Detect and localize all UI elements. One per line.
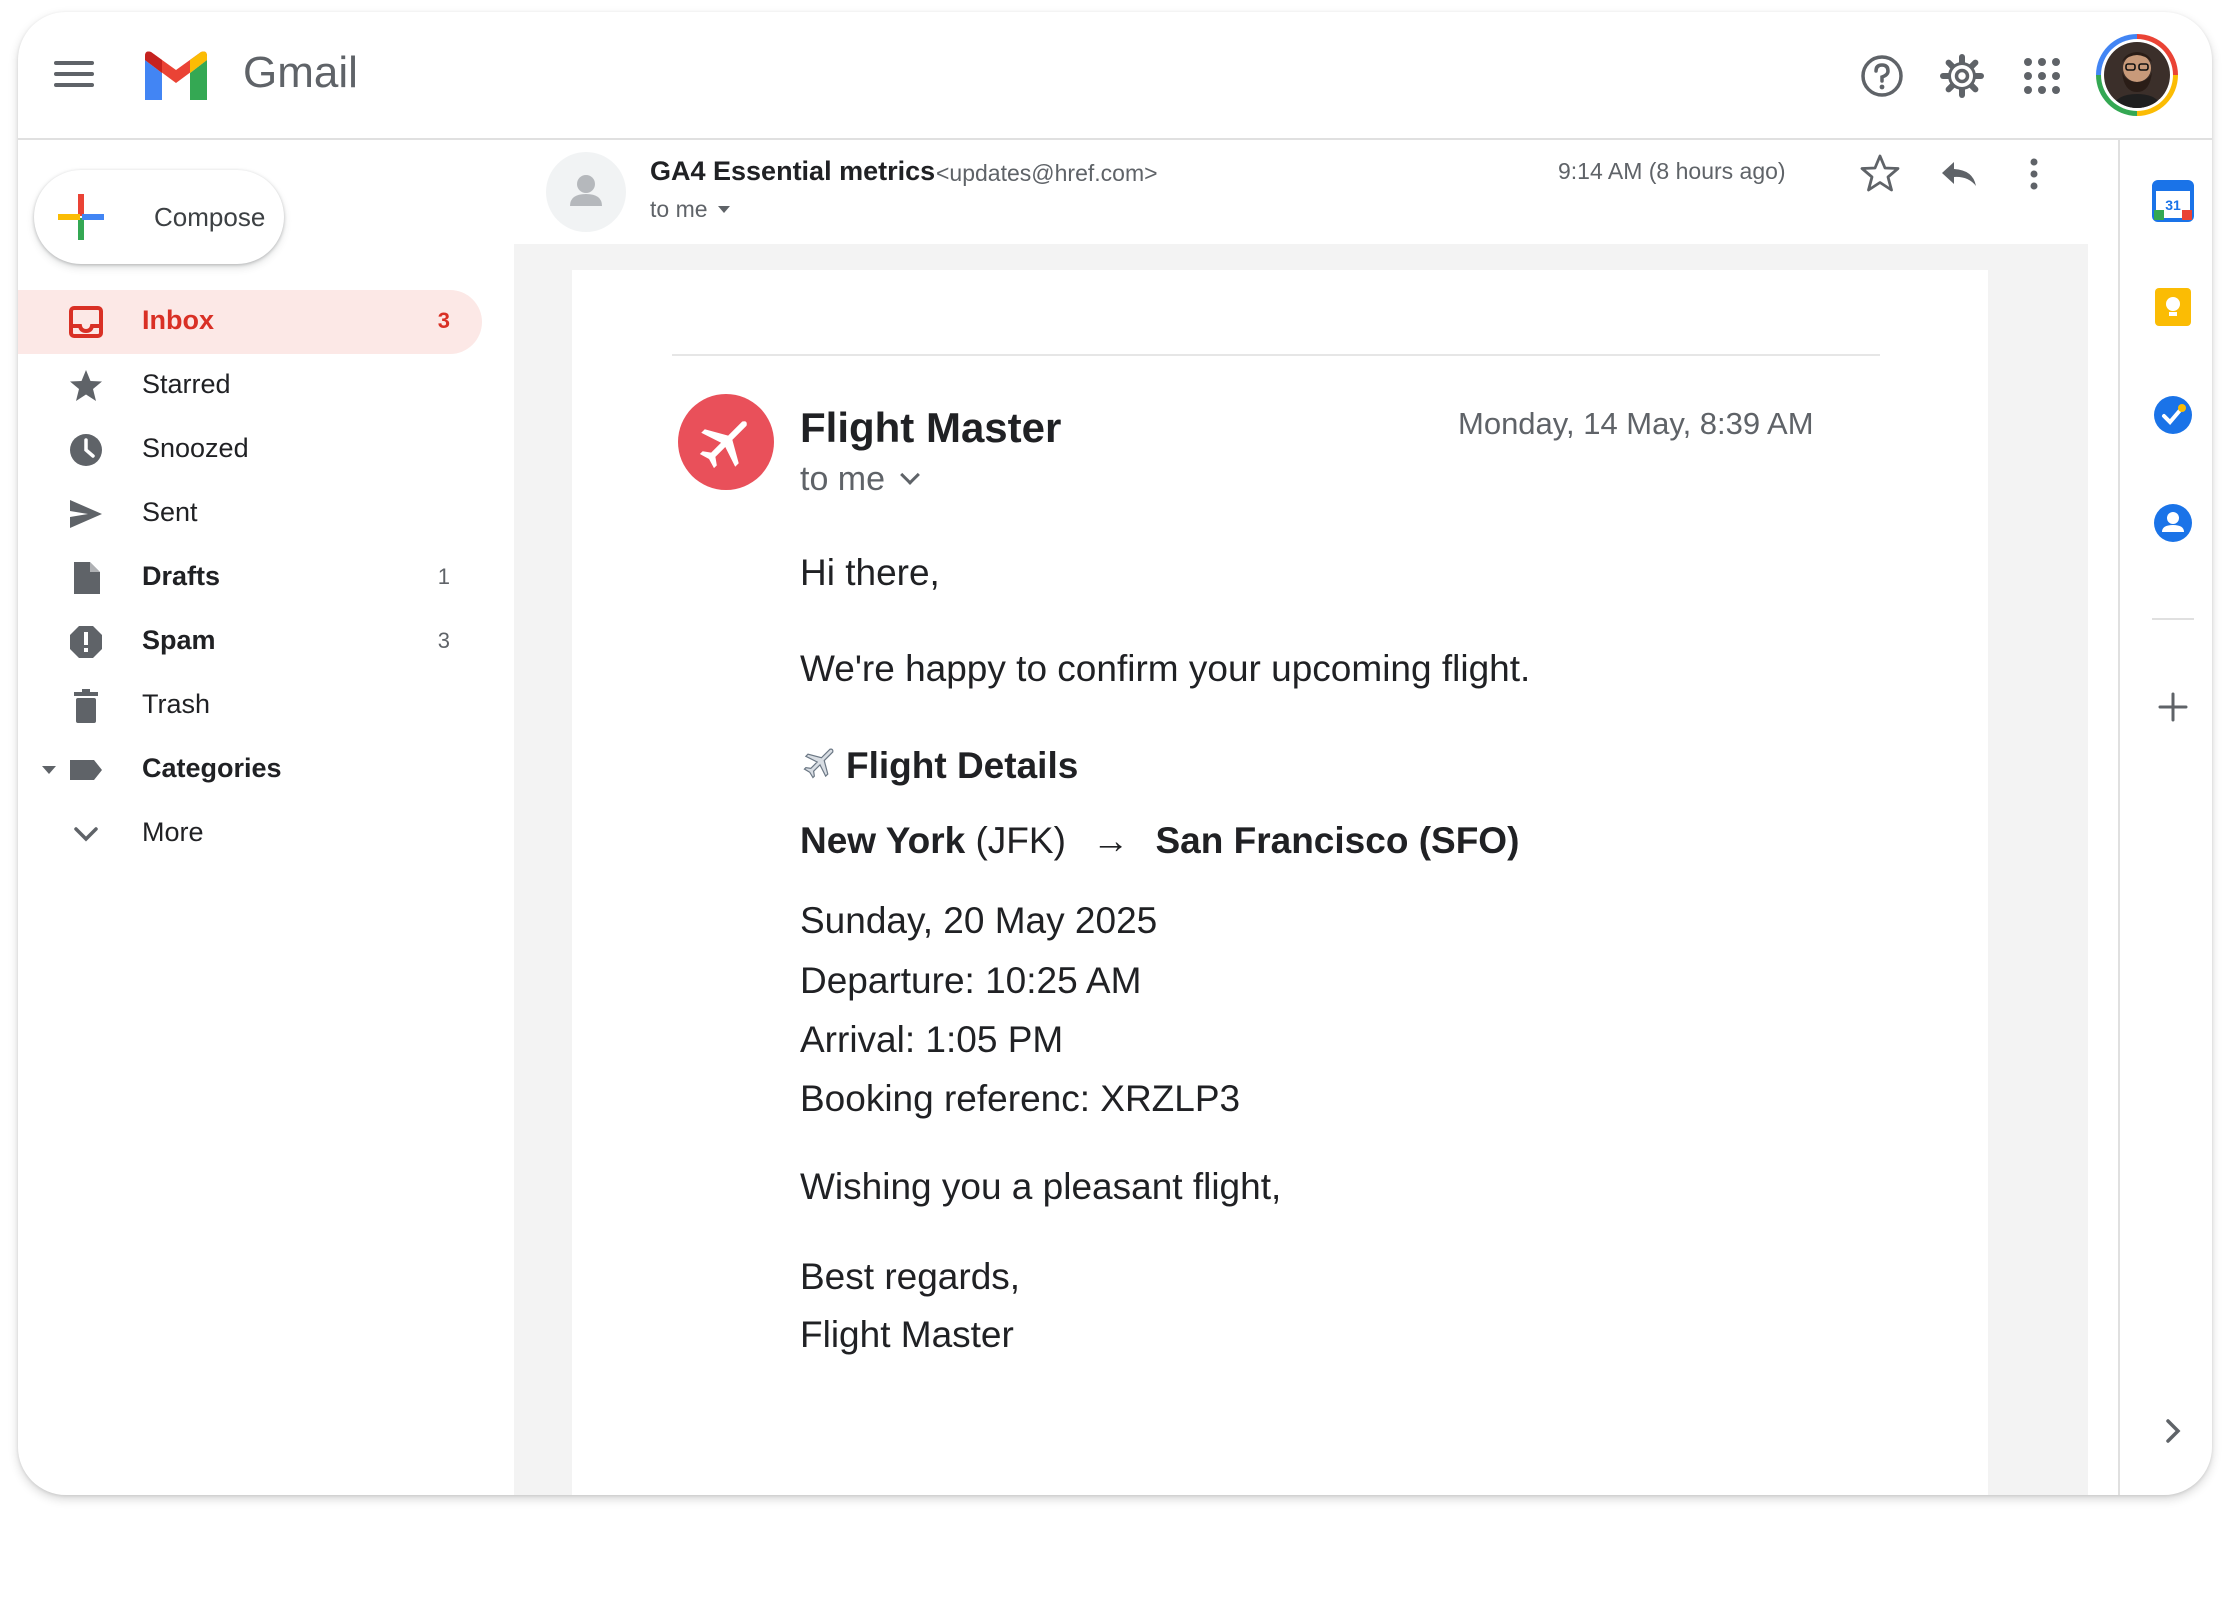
- divider: [672, 354, 1880, 356]
- email-signature: Flight Master: [800, 1314, 1014, 1355]
- sidebar-item-label: Snoozed: [142, 433, 249, 463]
- drafts-count: 1: [437, 564, 450, 589]
- help-icon[interactable]: [1858, 52, 1906, 100]
- sidebar-item-label: More: [142, 817, 204, 847]
- sidebar-item-sent[interactable]: Sent: [18, 482, 482, 546]
- calendar-day: 31: [2165, 197, 2181, 213]
- sidebar-item-inbox[interactable]: Inbox 3: [18, 290, 482, 354]
- keep-icon[interactable]: [2152, 286, 2194, 328]
- chevron-right-icon[interactable]: [2152, 1410, 2194, 1452]
- flight-details-label: Flight Details: [846, 745, 1079, 786]
- flight-master-logo: [678, 394, 774, 490]
- email-greeting: Hi there,: [800, 552, 940, 593]
- add-icon[interactable]: [2152, 686, 2194, 728]
- reply-icon[interactable]: [1936, 152, 1980, 196]
- sender-email: <updates@href.com>: [936, 160, 1158, 186]
- person-icon: [570, 175, 602, 206]
- sidebar-item-label: Categories: [142, 753, 282, 783]
- sidebar-nav: Inbox 3 Starred Snoozed Sent Drafts 1 Sp…: [18, 290, 488, 866]
- email-from-name: Flight Master: [800, 404, 1062, 451]
- flight-date: Sunday, 20 May 2025: [800, 900, 1158, 941]
- sidebar-item-label: Spam: [142, 625, 216, 655]
- sidebar-item-label: Trash: [142, 689, 211, 719]
- inbox-icon: [69, 306, 103, 338]
- compose-button[interactable]: Compose: [34, 170, 284, 264]
- tasks-icon[interactable]: [2152, 394, 2194, 436]
- airplane-emoji-icon: [803, 748, 834, 779]
- chevron-down-icon: [900, 465, 920, 485]
- sender-avatar[interactable]: [546, 152, 626, 232]
- sidebar-item-label: Inbox: [142, 305, 214, 335]
- spam-count: 3: [437, 628, 450, 653]
- star-outline-icon[interactable]: [1858, 152, 1902, 196]
- email-intro: We're happy to confirm your upcoming fli…: [800, 648, 1531, 689]
- origin-code: (JFK): [975, 820, 1066, 861]
- inbox-count: 3: [437, 308, 450, 333]
- sender-name: GA4 Essential metrics: [650, 156, 936, 186]
- email-to-label: to me: [800, 460, 886, 498]
- avatar[interactable]: [2096, 34, 2178, 116]
- origin-city: New York: [800, 820, 966, 861]
- flight-arrival: Arrival: 1:05 PM: [800, 1019, 1064, 1060]
- chevron-down-icon: [74, 827, 98, 842]
- airplane-icon: [699, 421, 747, 469]
- email-card: [572, 270, 1988, 1495]
- spam-icon: [70, 626, 102, 658]
- flight-departure: Departure: 10:25 AM: [800, 960, 1142, 1001]
- booking-reference: Booking referenc: XRZLP3: [800, 1078, 1241, 1119]
- compose-label: Compose: [154, 202, 266, 232]
- gmail-logo[interactable]: [140, 48, 212, 104]
- expand-caret-icon[interactable]: [42, 766, 56, 774]
- draft-icon: [74, 562, 100, 594]
- message-time: 9:14 AM (8 hours ago): [1558, 158, 1786, 184]
- label-icon: [70, 760, 102, 780]
- rail-divider: [2152, 618, 2194, 620]
- email-wish: Wishing you a pleasant flight,: [800, 1166, 1282, 1207]
- sidebar-item-starred[interactable]: Starred: [18, 354, 482, 418]
- clock-icon: [70, 434, 102, 466]
- dropdown-arrow-icon: [717, 206, 730, 213]
- sidebar-item-label: Sent: [142, 497, 198, 527]
- sidebar-item-categories[interactable]: Categories: [18, 738, 482, 802]
- sidebar-item-drafts[interactable]: Drafts 1: [18, 546, 482, 610]
- apps-icon[interactable]: [2018, 52, 2066, 100]
- flight-route: New York (JFK) → San Francisco (SFO): [800, 820, 1519, 862]
- settings-icon[interactable]: [1938, 52, 1986, 100]
- flight-details-heading: Flight Details: [800, 742, 1078, 787]
- more-vert-icon[interactable]: [2012, 152, 2056, 196]
- sidebar-item-label: Starred: [142, 369, 231, 399]
- gmail-window: Gmail Compose Inbox 3 Starred Snoozed Se…: [18, 12, 2212, 1495]
- recipients-toggle[interactable]: to me: [650, 196, 730, 223]
- app-name: Gmail: [243, 48, 358, 97]
- sidebar-item-more[interactable]: More: [18, 802, 482, 866]
- top-bar: Gmail: [18, 12, 2212, 140]
- sidebar-item-spam[interactable]: Spam 3: [18, 610, 482, 674]
- sidebar-item-label: Drafts: [142, 561, 221, 591]
- calendar-icon[interactable]: 31: [2152, 180, 2194, 222]
- email-signoff: Best regards,: [800, 1256, 1021, 1297]
- star-icon: [70, 370, 102, 401]
- to-me-label: to me: [650, 196, 708, 222]
- sidebar-item-snoozed[interactable]: Snoozed: [18, 418, 482, 482]
- route-arrow: →: [1092, 820, 1130, 861]
- send-icon: [70, 500, 102, 528]
- compose-plus-icon: [58, 194, 104, 240]
- menu-icon[interactable]: [54, 54, 94, 94]
- destination: San Francisco (SFO): [1155, 820, 1520, 861]
- email-date: Monday, 14 May, 8:39 AM: [1458, 406, 1814, 441]
- side-panel: [2118, 138, 2212, 1495]
- trash-icon: [74, 689, 98, 723]
- email-recipients[interactable]: to me: [800, 460, 920, 499]
- contacts-icon[interactable]: [2152, 502, 2194, 544]
- sidebar-item-trash[interactable]: Trash: [18, 674, 482, 738]
